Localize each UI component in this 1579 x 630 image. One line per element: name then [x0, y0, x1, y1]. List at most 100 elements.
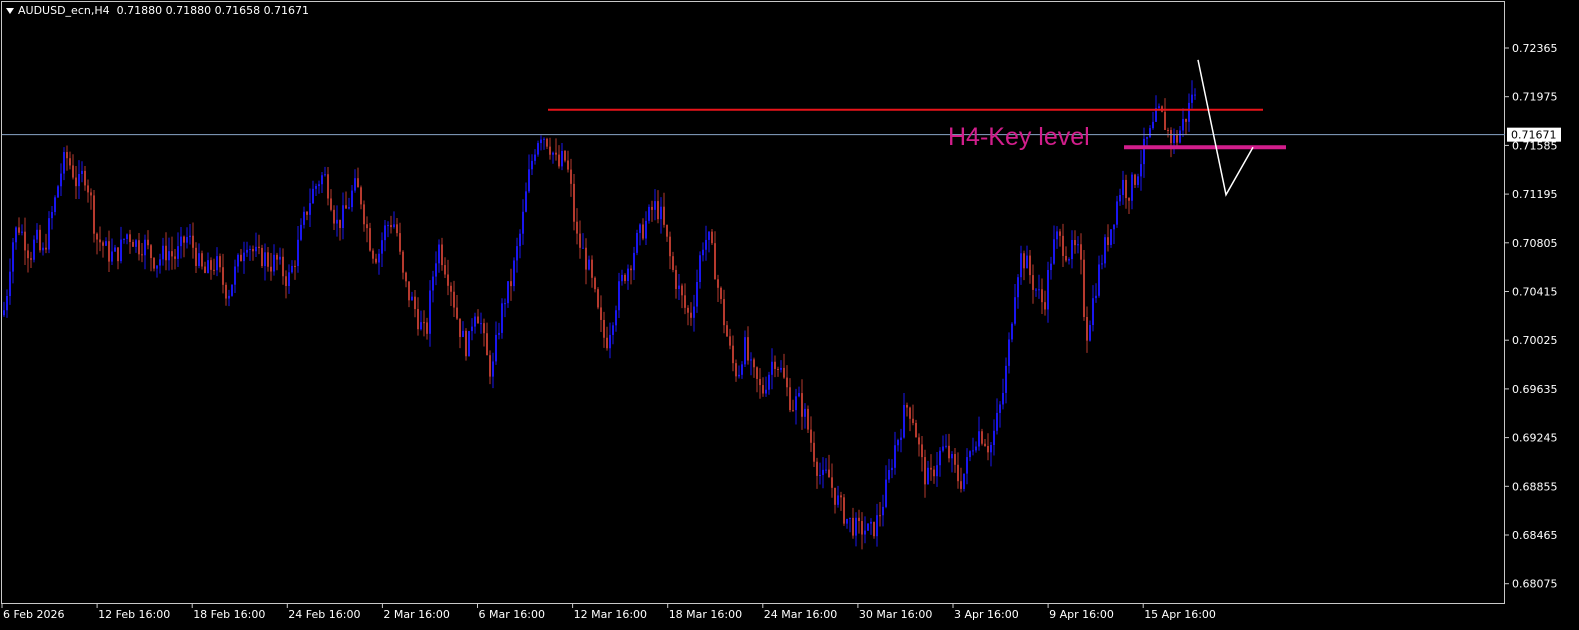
candle-body [111, 251, 113, 262]
chevron-down-icon[interactable] [6, 8, 14, 14]
candle-body [255, 246, 257, 252]
candle-body [192, 235, 194, 248]
candle-body [828, 469, 830, 478]
candle-body [474, 316, 476, 327]
candle-body [27, 250, 29, 259]
y-tick-label: 0.71975 [1512, 91, 1558, 104]
candle-body [420, 322, 422, 330]
candle-body [822, 469, 824, 475]
candle-body [882, 506, 884, 516]
candle-body [1131, 174, 1133, 201]
candle-body [1080, 244, 1082, 260]
candle-body [153, 258, 155, 269]
candle-body [321, 175, 323, 185]
candle-body [705, 239, 707, 250]
candle-body [789, 387, 791, 411]
candle-body [864, 530, 866, 535]
candle-body [273, 254, 275, 272]
candle-body [447, 274, 449, 286]
candle-body [978, 431, 980, 447]
x-tick-label: 24 Mar 16:00 [764, 608, 837, 621]
candle-body [357, 178, 359, 188]
x-tick-label: 12 Feb 16:00 [98, 608, 170, 621]
candle-body [669, 236, 671, 257]
candle-body [1110, 229, 1112, 245]
candle-body [744, 337, 746, 365]
candle-body [672, 256, 674, 270]
candle-body [648, 206, 650, 221]
x-tick-label: 15 Apr 16:00 [1144, 608, 1216, 621]
candle-body [1086, 317, 1088, 341]
candle-body [114, 247, 116, 252]
candle-body [162, 245, 164, 260]
chart-title-bar[interactable]: AUDUSD_ecn,H4 0.71880 0.71880 0.71658 0.… [6, 4, 309, 17]
candle-body [1164, 111, 1166, 130]
candle-body [198, 253, 200, 266]
candle-body [489, 355, 491, 377]
candle-body [741, 364, 743, 375]
candle-body [1041, 289, 1043, 303]
candle-body [21, 231, 23, 233]
candle-body [339, 219, 341, 229]
candle-body [930, 467, 932, 470]
candle-body [144, 239, 146, 256]
candle-body [342, 205, 344, 229]
candle-body [666, 224, 668, 237]
candle-body [207, 260, 209, 273]
candle-body [570, 169, 572, 184]
candle-body [606, 337, 608, 349]
candle-body [801, 393, 803, 417]
price-chart[interactable]: 0.723650.719750.715850.711950.708050.704… [0, 0, 1579, 630]
candle-body [1035, 289, 1037, 291]
candle-body [876, 515, 878, 537]
candle-body [975, 446, 977, 451]
candle-body [900, 437, 902, 441]
candle-body [453, 291, 455, 308]
candle-body [132, 241, 134, 247]
candle-body [1143, 138, 1145, 165]
candle-body [537, 143, 539, 155]
candle-body [1002, 392, 1004, 405]
candle-body [867, 523, 869, 531]
candle-body [39, 229, 41, 251]
candle-body [501, 303, 503, 333]
candle-body [792, 410, 794, 412]
candle-body [246, 249, 248, 253]
candle-body [759, 378, 761, 386]
candle-body [381, 240, 383, 254]
candle-body [129, 234, 131, 242]
candle-body [189, 235, 191, 237]
candle-body [1137, 176, 1139, 185]
candle-body [267, 252, 269, 267]
candle-body [288, 272, 290, 287]
candle-body [30, 258, 32, 260]
candle-body [234, 266, 236, 285]
candle-body [549, 146, 551, 155]
candle-body [12, 242, 14, 272]
candle-body [348, 207, 350, 209]
candle-body [258, 246, 260, 248]
candle-body [951, 454, 953, 459]
candle-body [426, 322, 428, 334]
candle-body [1179, 130, 1181, 143]
candle-body [462, 330, 464, 337]
candle-body [69, 158, 71, 166]
candle-body [1167, 129, 1169, 131]
candle-body [849, 517, 851, 519]
candle-body [765, 389, 767, 394]
candle-body [294, 265, 296, 267]
x-tick-label: 18 Feb 16:00 [193, 608, 265, 621]
candle-body [909, 407, 911, 419]
candle-body [63, 152, 65, 174]
chart-background [0, 0, 1579, 630]
candle-body [159, 259, 161, 266]
y-tick-label: 0.70805 [1512, 237, 1558, 250]
candle-body [309, 203, 311, 215]
candle-body [126, 234, 128, 239]
candle-body [1014, 297, 1016, 324]
candle-body [393, 224, 395, 228]
candle-body [825, 469, 827, 471]
candle-body [831, 477, 833, 488]
candle-body [693, 306, 695, 318]
candle-body [78, 173, 80, 187]
